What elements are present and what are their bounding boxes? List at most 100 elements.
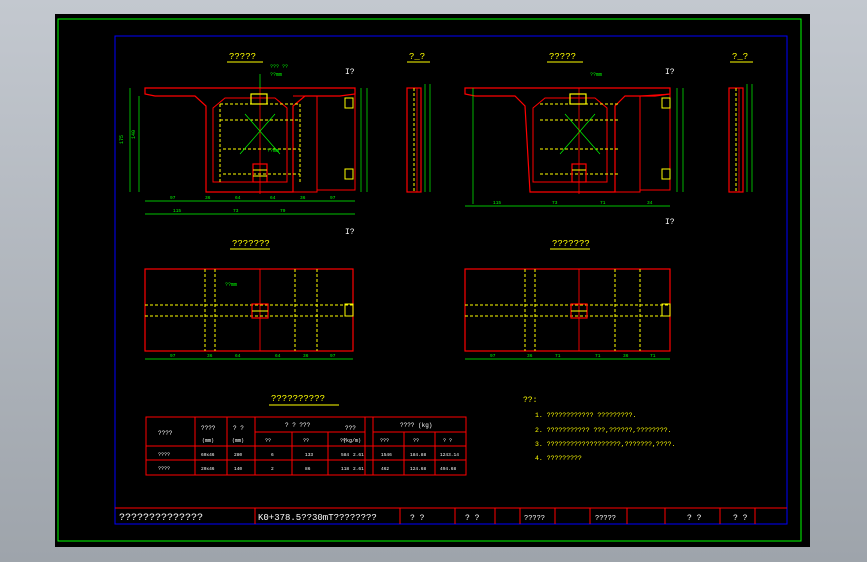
plan-right-dim-1: 36	[527, 353, 533, 359]
tb-cell-1: ? ?	[465, 514, 480, 523]
cut-mark-right-top: I?	[665, 68, 675, 77]
callout-left-3: ??mm	[267, 148, 279, 154]
elevation-right-title: ?????	[549, 52, 576, 62]
th-4: ???	[345, 425, 356, 432]
sub-4: ??	[413, 438, 419, 444]
cell-1-5: 118	[341, 466, 349, 472]
tb-cell-0: ? ?	[410, 514, 425, 523]
note-1: 1. ???????????? ?????????.	[535, 412, 636, 419]
plan-right-dim-0: 97	[490, 353, 496, 359]
tb-cell-2: ?????	[524, 515, 545, 523]
cell-1-0: ????	[158, 466, 170, 472]
notes-title: ??:	[523, 396, 537, 405]
th-1: ????	[201, 425, 216, 432]
plan-right: ??????? 97 36 71 71 36 71	[464, 239, 671, 360]
th-2: ? ?	[233, 425, 244, 432]
dim-left-top-3: 64	[270, 195, 276, 201]
cell-1-9: 494.68	[440, 466, 457, 472]
cell-0-0: ????	[158, 452, 170, 458]
tb-cell-4: ? ?	[687, 514, 702, 523]
cut-mark-right-bottom: I?	[665, 218, 675, 227]
th-5: ???? (kg)	[400, 422, 432, 429]
cell-0-5: 584	[341, 452, 349, 458]
cell-1-4: 86	[305, 466, 311, 472]
cell-0-9: 1243.14	[440, 452, 459, 458]
sub-0: ??	[265, 438, 271, 444]
drawing-border	[114, 35, 788, 525]
callout-left-1: ??mm	[270, 72, 282, 78]
cell-1-7: 462	[381, 466, 389, 472]
note-3: 3. ???????????????????,???????,????.	[535, 441, 675, 448]
cell-1-6: 2.61	[353, 466, 364, 472]
plan-left-title: ???????	[232, 239, 270, 249]
sub-1: ??	[303, 438, 309, 444]
plan-right-dim-2: 71	[555, 353, 561, 359]
cut-mark-top: I?	[345, 68, 355, 77]
section-right: ?_?	[728, 52, 753, 193]
section-right-title: ?_?	[732, 52, 748, 62]
dim-left-top-5: 97	[330, 195, 336, 201]
plan-left-dim-0: 97	[170, 353, 176, 359]
height-dim-1: 175	[119, 135, 125, 144]
height-dim-2: 140	[131, 130, 137, 139]
cell-0-2: 280	[234, 452, 242, 458]
plan-right-dim-3: 71	[595, 353, 601, 359]
plan-left-dim-1: 36	[207, 353, 213, 359]
plan-left: ??????? ??mm 97 36 64 64 36 97	[144, 239, 354, 360]
section-left-title: ?_?	[409, 52, 425, 62]
dim-left-top-4: 36	[300, 195, 306, 201]
dim-left-bot-0: 115	[173, 208, 181, 214]
sub-5: ? ?	[443, 438, 452, 444]
cell-1-8: 124.68	[410, 466, 427, 472]
dim-left-bot-1: 73	[233, 208, 239, 214]
callout-right-1: ??mm	[590, 72, 602, 78]
engineering-drawing: ????? ??mm ??? ?? ??mm 175 140 I? I? 97 …	[57, 18, 802, 542]
plan-left-dim-3: 64	[275, 353, 281, 359]
dim-left-bot-2: 79	[280, 208, 286, 214]
cell-0-8: 184.88	[410, 452, 427, 458]
cell-0-6: 2.61	[353, 452, 364, 458]
tb-cell-5: ? ?	[733, 514, 748, 523]
elevation-right: ????? ??mm I? I? 115 73 71 34	[464, 52, 684, 227]
dim-right-bot-0: 115	[493, 200, 501, 206]
dim-right-bot-2: 71	[600, 200, 606, 206]
cut-mark-bottom: I?	[345, 228, 355, 237]
th-3: ? ? ???	[285, 422, 311, 429]
cell-1-1: 20x46	[201, 466, 215, 472]
th-1-unit: (mm)	[202, 438, 214, 444]
dim-right-bot-1: 73	[552, 200, 558, 206]
note-2: 2. ??????????? ???,??????,????????.	[535, 427, 672, 434]
outer-frame	[57, 18, 802, 542]
table-title: ??????????	[271, 394, 325, 404]
plan-left-dim-4: 36	[303, 353, 309, 359]
drawing-title: ??????????????	[119, 513, 203, 524]
sub-3: ???	[380, 438, 389, 444]
elevation-left: ????? ??mm ??? ?? ??mm 175 140 I? I? 97 …	[119, 52, 368, 237]
callout-left-2: ??? ??	[270, 64, 288, 70]
dim-right-bot-3: 34	[647, 200, 653, 206]
cell-1-2: 140	[234, 466, 242, 472]
plan-left-dim-2: 64	[235, 353, 241, 359]
cell-0-4: 133	[305, 452, 313, 458]
cad-viewport[interactable]: ????? ??mm ??? ?? ??mm 175 140 I? I? 97 …	[55, 14, 810, 547]
cell-0-7: 1546	[381, 452, 392, 458]
title-block: ?????????????? K0+378.5??30mT???????? ? …	[115, 507, 787, 524]
materials-table: ?????????? ???? ???? (mm) ? ? (mm) ? ? ?…	[145, 394, 467, 476]
plan-right-title: ???????	[552, 239, 590, 249]
elevation-left-title: ?????	[229, 52, 256, 62]
cell-1-3: 2	[271, 466, 274, 472]
th-2-unit: (mm)	[232, 438, 244, 444]
cell-0-1: 60x46	[201, 452, 215, 458]
plan-right-dim-4: 36	[623, 353, 629, 359]
section-left: ?_?	[406, 52, 431, 193]
dim-left-top-0: 97	[170, 195, 176, 201]
plan-left-dim-5: 97	[330, 353, 336, 359]
dim-left-top-1: 36	[205, 195, 211, 201]
th-0: ????	[158, 430, 173, 437]
cell-0-3: 6	[271, 452, 274, 458]
tb-cell-3: ?????	[595, 515, 616, 523]
plan-right-dim-5: 71	[650, 353, 656, 359]
notes: ??: 1. ???????????? ?????????. 2. ??????…	[523, 396, 675, 462]
dim-left-top-2: 64	[235, 195, 241, 201]
plan-left-callout: ??mm	[225, 282, 237, 288]
